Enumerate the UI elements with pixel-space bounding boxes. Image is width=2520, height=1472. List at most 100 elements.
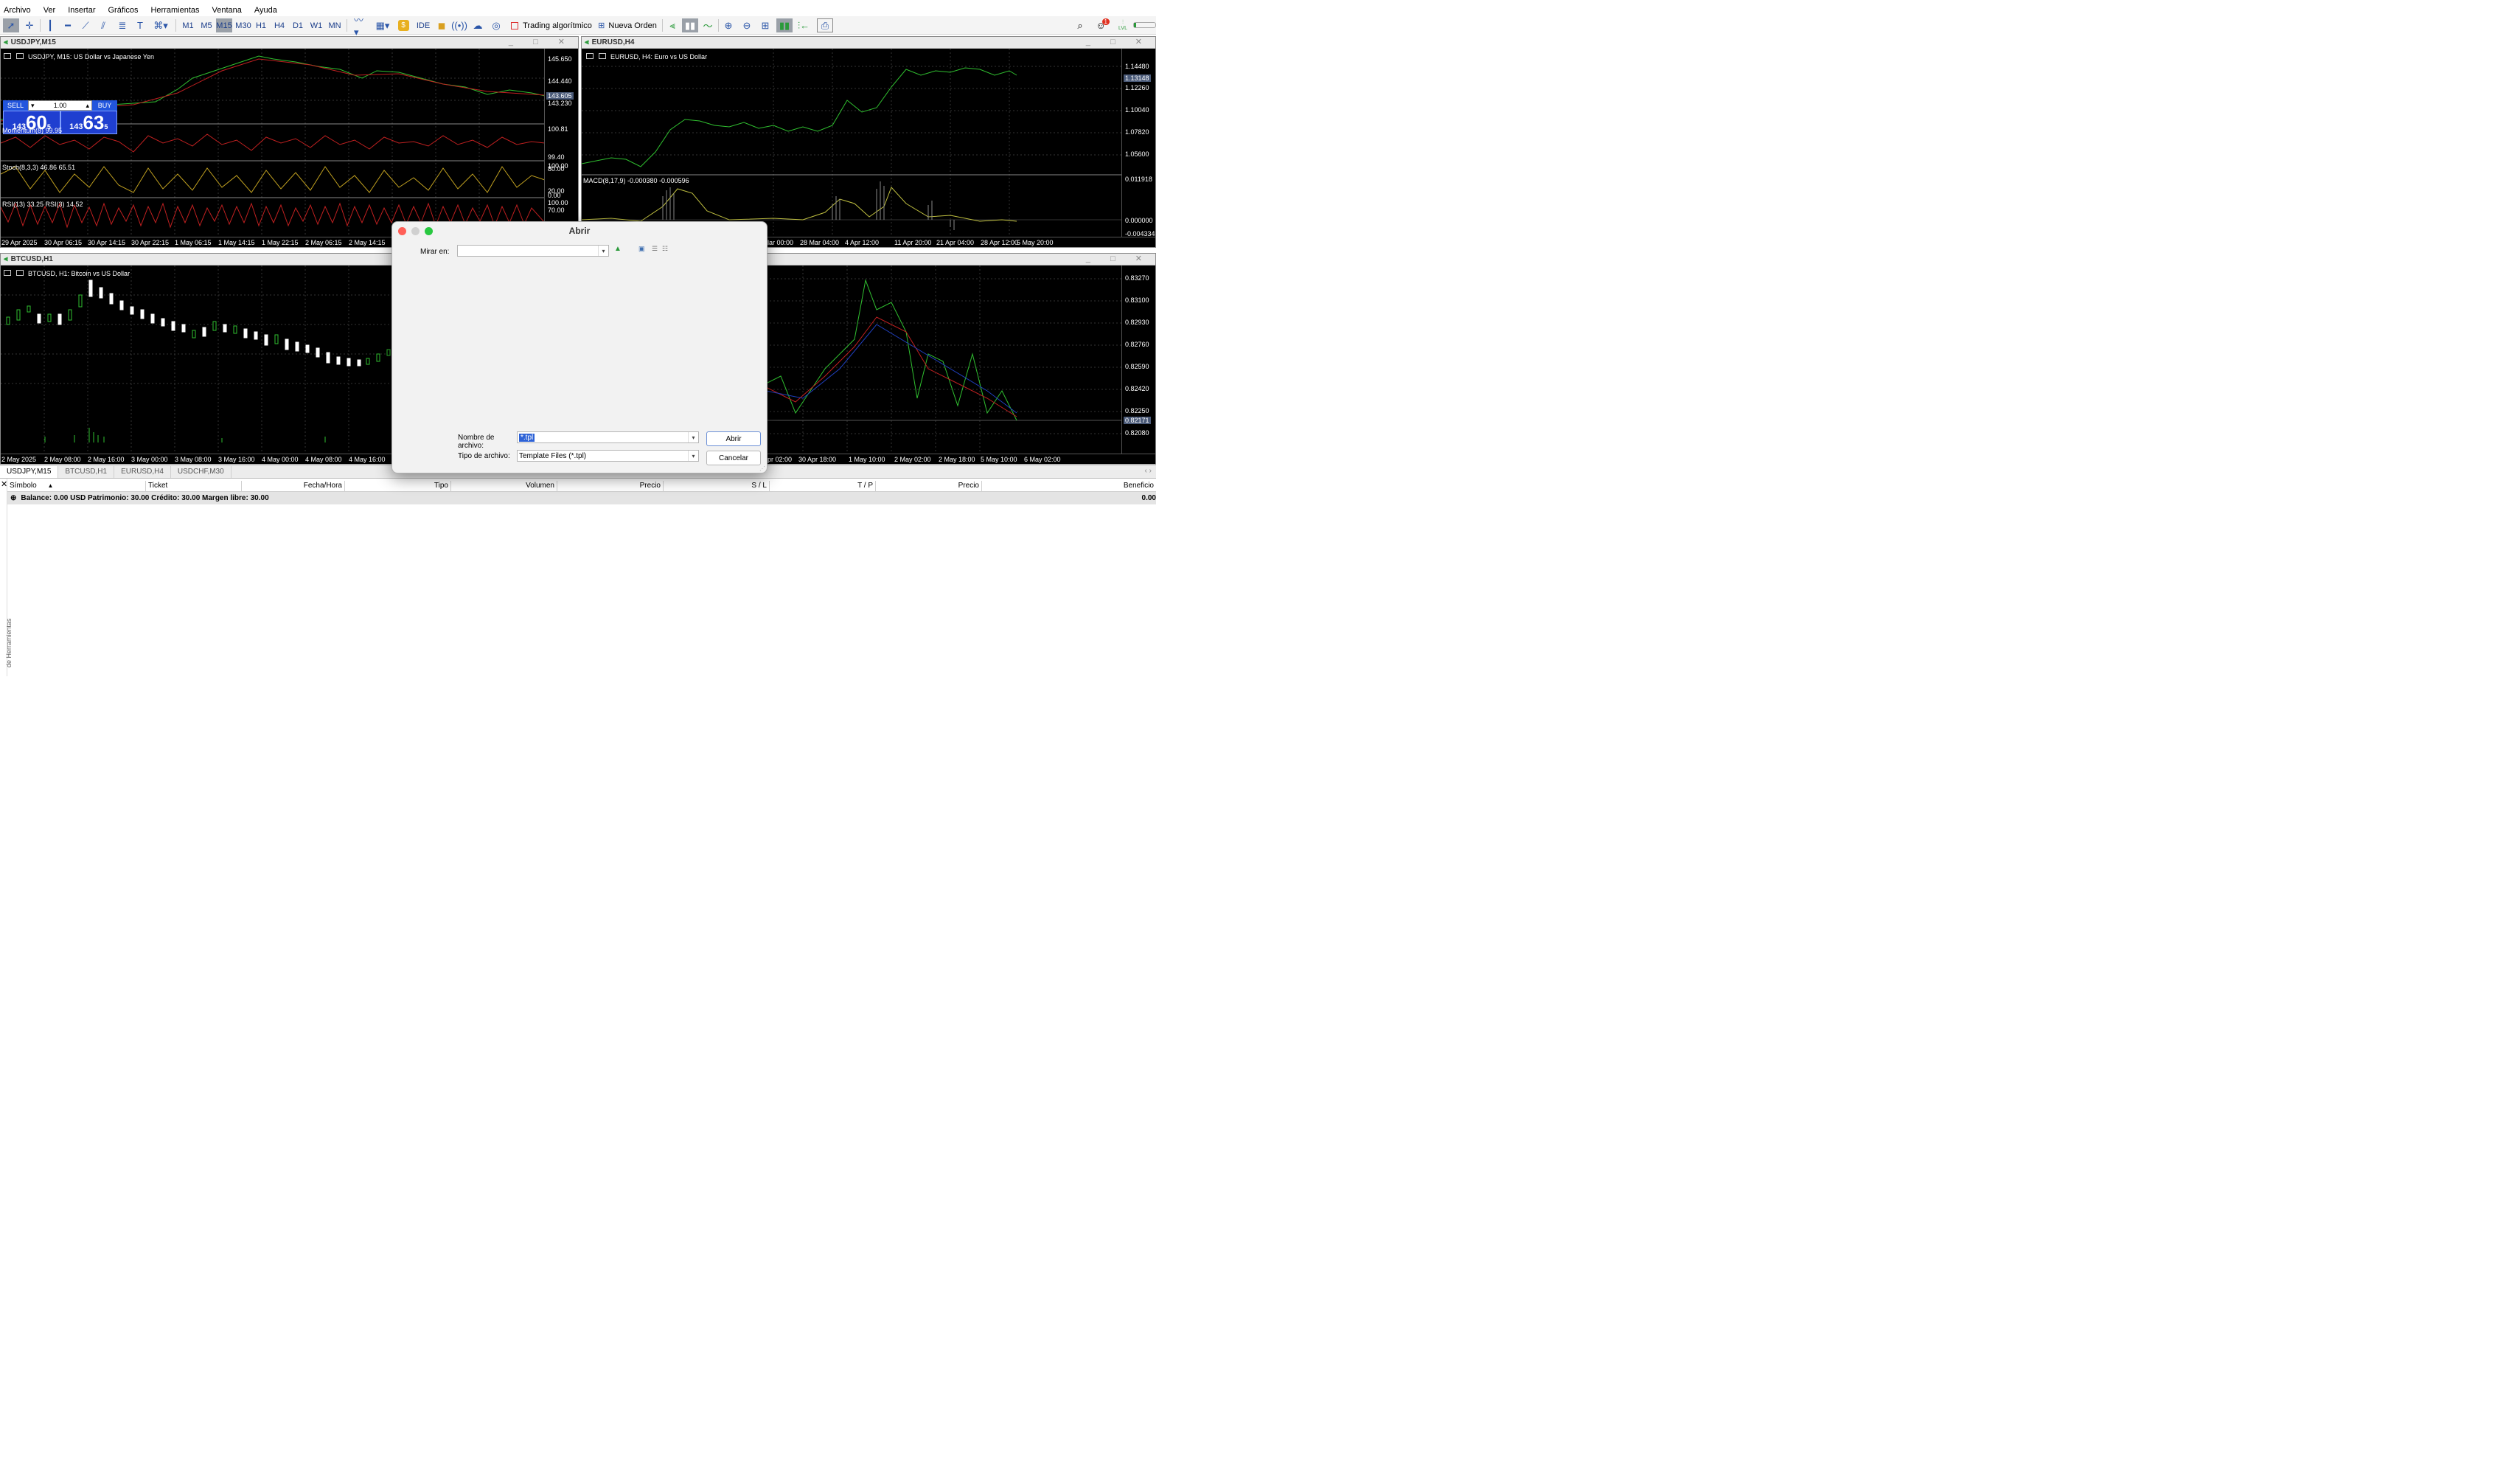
chart-properties-icon[interactable] <box>598 53 606 59</box>
zoom-out-button[interactable]: ⊖ <box>739 18 754 32</box>
indicators-button[interactable]: 〰▾ <box>351 15 370 38</box>
new-order-button[interactable]: ⊞ Nueva Orden <box>596 18 659 32</box>
timeframe-w1[interactable]: W1 <box>309 18 324 32</box>
filetype-select[interactable]: Template Files (*.tpl) ▾ <box>517 450 699 462</box>
lot-size-input[interactable]: ▾ 1.00 ▴ <box>28 100 92 111</box>
column-type[interactable]: Tipo <box>345 481 451 491</box>
timeframe-m15[interactable]: M15 <box>216 18 232 32</box>
column-datetime[interactable]: Fecha/Hora <box>242 481 345 491</box>
column-price[interactable]: Precio <box>557 481 664 491</box>
open-button[interactable]: Abrir <box>706 431 761 446</box>
price-scale[interactable]: 0.83270 0.83100 0.82930 0.82760 0.82590 … <box>1121 265 1155 454</box>
chart-type-button[interactable]: ▦▾ <box>373 18 392 32</box>
algo-trading-button[interactable]: Trading algorítmico <box>510 18 593 32</box>
close-window-button[interactable] <box>398 227 406 235</box>
price-scale[interactable]: 1.14480 1.13148 1.12260 1.10040 1.07820 … <box>1121 49 1155 237</box>
lot-decrease-icon[interactable]: ▾ <box>31 102 35 110</box>
bar-chart-button[interactable]: ⫷ <box>665 18 680 32</box>
column-sl[interactable]: S / L <box>664 481 770 491</box>
price-label: 0.82420 <box>1125 385 1149 392</box>
balance-row[interactable]: ⊕ Balance: 0.00 USD Patrimonio: 30.00 Cr… <box>7 492 1156 504</box>
shapes-button[interactable]: ⌘▾ <box>150 18 171 32</box>
timeframe-d1[interactable]: D1 <box>291 18 304 32</box>
look-in-select[interactable]: ▾ <box>457 245 609 257</box>
horizontal-line-button[interactable]: ━ <box>60 18 75 32</box>
tab-scroll-arrows[interactable]: ‹ › <box>1145 467 1152 475</box>
tab-usdchf[interactable]: USDCHF,M30 <box>171 466 232 478</box>
chart-properties-icon[interactable] <box>15 270 24 276</box>
chart-window-usdjpy[interactable]: ⫷ USDJPY,M15 _ □ ✕ SELL ▾ 1.00 ▴ BUY 143… <box>0 36 579 248</box>
filename-input[interactable]: *.tpl ▾ <box>517 431 699 443</box>
shop-button[interactable]: ◼ <box>435 18 448 32</box>
tab-eurusd[interactable]: EURUSD,H4 <box>114 466 171 478</box>
timeframe-m5[interactable]: M5 <box>199 18 214 32</box>
window-controls[interactable]: _ □ ✕ <box>509 37 574 46</box>
column-tp[interactable]: T / P <box>770 481 876 491</box>
buy-button[interactable]: BUY <box>92 100 117 111</box>
column-current-price[interactable]: Precio <box>876 481 982 491</box>
menu-ventana[interactable]: Ventana <box>212 6 242 15</box>
trendline-button[interactable]: ⟋ <box>78 18 93 32</box>
cancel-button[interactable]: Cancelar <box>706 451 761 465</box>
chart-window-eurusd[interactable]: ⫷ EURUSD,H4 _ □ ✕ EURUSD, H4: Euro vs US… <box>581 36 1156 248</box>
timeframe-m30[interactable]: M30 <box>234 18 252 32</box>
cursor-tool-button[interactable]: ➚ <box>3 18 19 32</box>
channel-button[interactable]: ⫽ <box>96 18 111 32</box>
window-controls[interactable]: _ □ ✕ <box>1086 254 1151 263</box>
zoom-window-button[interactable] <box>425 227 433 235</box>
vertical-line-button[interactable]: ┃ <box>43 18 58 32</box>
menu-graficos[interactable]: Gráficos <box>108 6 139 15</box>
time-label: 1 May 06:15 <box>175 239 212 246</box>
time-label: 4 Apr 12:00 <box>845 239 880 246</box>
vps-button[interactable]: ☁ <box>470 18 485 32</box>
zoom-in-button[interactable]: ⊕ <box>721 18 736 32</box>
account-button[interactable]: ☺ 1 <box>1092 18 1110 32</box>
lot-increase-icon[interactable]: ▴ <box>86 102 89 110</box>
chart-properties-icon[interactable] <box>15 53 24 59</box>
column-ticket[interactable]: Ticket <box>146 481 242 491</box>
fibonacci-button[interactable]: ≣ <box>115 18 130 32</box>
resize-grip-icon[interactable]: ⋰ <box>759 465 765 472</box>
new-folder-icon[interactable]: ▣ <box>638 245 645 253</box>
menu-insertar[interactable]: Insertar <box>68 6 95 15</box>
window-controls[interactable]: _ □ ✕ <box>1086 37 1151 46</box>
menu-herramientas[interactable]: Herramientas <box>150 6 199 15</box>
signals-button[interactable]: ((•)) <box>451 18 467 32</box>
timeframe-m1[interactable]: M1 <box>181 18 195 32</box>
expand-icon[interactable]: ⊕ <box>10 494 16 502</box>
file-list-area[interactable] <box>417 260 764 427</box>
news-button[interactable]: ◎ <box>489 18 504 32</box>
tab-btcusd[interactable]: BTCUSD,H1 <box>58 466 115 478</box>
up-folder-icon[interactable]: ▲ <box>614 245 622 253</box>
text-button[interactable]: T <box>133 18 147 32</box>
level-button[interactable]: ⫶ LVL <box>1115 18 1130 32</box>
shift-chart-button[interactable]: ⫶← <box>796 18 812 32</box>
tab-usdjpy[interactable]: USDJPY,M15 <box>0 466 59 478</box>
timeframe-h4[interactable]: H4 <box>273 18 286 32</box>
toolbox-side-label[interactable]: de Herramientas <box>5 608 13 667</box>
menu-archivo[interactable]: Archivo <box>4 6 31 15</box>
ide-button[interactable]: IDE <box>415 18 431 32</box>
timeframe-mn[interactable]: MN <box>327 18 343 32</box>
timeframe-h1[interactable]: H1 <box>254 18 268 32</box>
buy-price-box[interactable]: 143 63 5 <box>60 111 117 134</box>
tile-windows-button[interactable]: ⊞ <box>758 18 773 32</box>
detail-view-icon[interactable]: ☷ <box>662 245 668 253</box>
column-volume[interactable]: Volumen <box>451 481 557 491</box>
window-title-usdjpy: ⫷ USDJPY,M15 _ □ ✕ <box>1 37 578 49</box>
sell-button[interactable]: SELL <box>3 100 28 111</box>
search-button[interactable]: ⌕ <box>1073 18 1087 32</box>
minimize-window-button[interactable] <box>411 227 420 235</box>
autoscroll-button[interactable]: ▮▮ <box>776 18 793 32</box>
crosshair-button[interactable]: ✛ <box>22 18 37 32</box>
line-chart-button[interactable]: 〜 <box>700 18 715 32</box>
menu-ayuda[interactable]: Ayuda <box>254 6 277 15</box>
price-scale[interactable]: 145.650 144.440 143.605 143.230 100.81 9… <box>544 49 578 237</box>
candle-chart-button[interactable]: ▮▮ <box>682 18 698 32</box>
screenshot-button[interactable]: ⎙ <box>817 18 833 32</box>
market-button[interactable]: $ <box>397 18 410 32</box>
list-view-icon[interactable]: ☰ <box>652 245 658 253</box>
column-symbol[interactable]: Símbolo ▲ <box>7 481 146 491</box>
menu-ver[interactable]: Ver <box>43 6 56 15</box>
column-profit[interactable]: Beneficio <box>982 481 1156 491</box>
